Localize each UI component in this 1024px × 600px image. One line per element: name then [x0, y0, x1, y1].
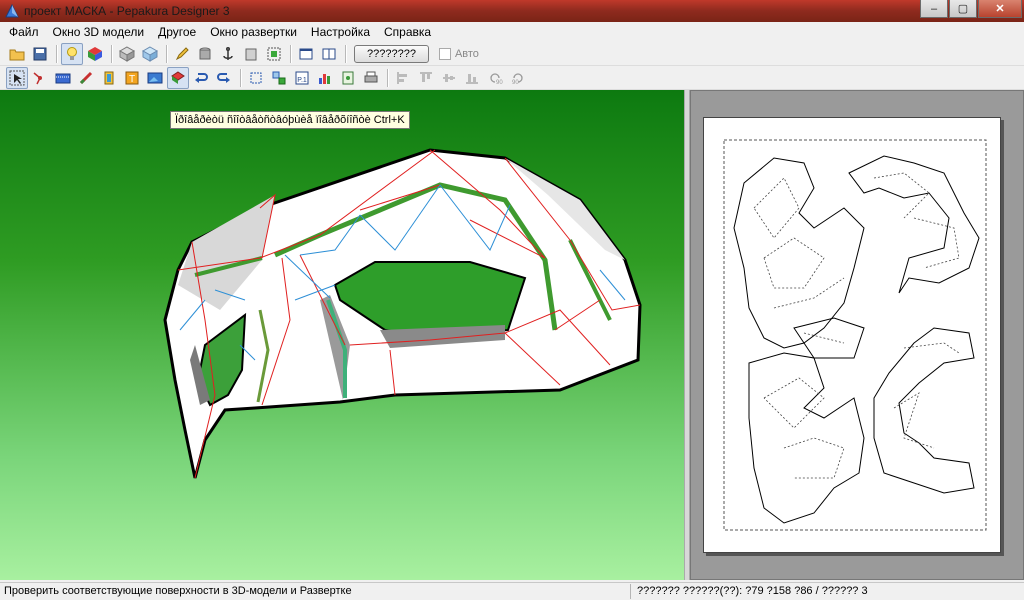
status-message: Проверить соответствующие поверхности в … — [4, 585, 352, 597]
auto-checkbox-label: Авто — [454, 47, 479, 60]
pencil-icon[interactable] — [171, 43, 193, 65]
align-center-icon[interactable] — [438, 67, 460, 89]
window-icon[interactable] — [295, 43, 317, 65]
toolbar-separator — [56, 44, 57, 63]
color-bars-icon[interactable] — [314, 67, 336, 89]
brush-icon[interactable] — [75, 67, 97, 89]
print-icon[interactable] — [360, 67, 382, 89]
title-bar: проект МАСКА - Pepakura Designer 3 – ▢ ✕ — [0, 0, 1024, 22]
svg-text:T: T — [129, 74, 135, 85]
app-icon — [5, 3, 19, 18]
toolbar-separator — [290, 44, 291, 63]
open-folder-icon[interactable] — [6, 43, 28, 65]
svg-text:90: 90 — [496, 80, 503, 86]
toolbar-separator — [240, 68, 241, 87]
svg-text:90: 90 — [512, 80, 519, 86]
color-cube-icon[interactable] — [84, 43, 106, 65]
align-bottom-icon[interactable] — [461, 67, 483, 89]
main-toolbar: ???????? Авто — [0, 42, 1024, 66]
move-icon[interactable] — [245, 67, 267, 89]
checkbox-box[interactable] — [438, 47, 451, 60]
align-left-icon[interactable] — [392, 67, 414, 89]
redo-icon[interactable] — [213, 67, 235, 89]
cylinder-icon[interactable] — [194, 43, 216, 65]
rotate-90-left-icon[interactable]: 90 — [484, 67, 506, 89]
calc-icon[interactable] — [337, 67, 359, 89]
edge-tool-icon[interactable] — [29, 67, 51, 89]
window-alt-icon[interactable] — [318, 43, 340, 65]
menu-unfold-window[interactable]: Окно развертки — [203, 22, 304, 42]
move-parts-icon[interactable] — [268, 67, 290, 89]
rotate-90-right-icon[interactable]: 90 — [507, 67, 529, 89]
close-button[interactable]: ✕ — [978, 0, 1022, 18]
anchor-icon[interactable] — [217, 43, 239, 65]
unfold-pattern — [723, 139, 987, 531]
lightbulb-icon[interactable] — [61, 42, 83, 65]
secondary-toolbar: T P.1 90 90 — [0, 66, 1024, 90]
text-icon[interactable]: T — [121, 67, 143, 89]
save-icon[interactable] — [29, 43, 51, 65]
svg-text:P.1: P.1 — [297, 77, 307, 84]
unfold-button[interactable]: ???????? — [354, 44, 429, 63]
status-divider — [630, 584, 631, 599]
menu-settings[interactable]: Настройка — [304, 22, 377, 42]
image-icon[interactable] — [144, 67, 166, 89]
toolbar-separator — [111, 44, 112, 63]
green-cube-icon[interactable] — [263, 43, 285, 65]
flaps-icon[interactable] — [98, 67, 120, 89]
window-title: проект МАСКА - Pepakura Designer 3 — [24, 4, 230, 18]
film-icon[interactable] — [52, 67, 74, 89]
check-faces-icon[interactable] — [167, 66, 189, 89]
box-light-icon[interactable] — [139, 43, 161, 65]
status-bar: Проверить соответствующие поверхности в … — [0, 582, 1024, 600]
paper-sheet — [703, 117, 1001, 553]
gray-box-icon[interactable] — [240, 43, 262, 65]
toolbar-separator — [345, 44, 346, 63]
mask-3d-model — [163, 148, 642, 479]
menu-other[interactable]: Другое — [151, 22, 203, 42]
select-arrow-icon[interactable] — [6, 66, 28, 89]
undo-icon[interactable] — [190, 67, 212, 89]
menu-file[interactable]: Файл — [2, 22, 46, 42]
tooltip: Ïðîâåðèòü ñîîòâåòñòâóþùèå ïîâåðõíîñòè Ct… — [170, 111, 410, 129]
auto-checkbox[interactable]: Авто — [438, 47, 479, 60]
minimize-button[interactable]: – — [920, 0, 948, 18]
menu-bar: Файл Окно 3D модели Другое Окно развертк… — [0, 22, 1024, 42]
status-info: ??????? ??????(??): ?79 ?158 ?86 / ?????… — [637, 585, 868, 597]
box-icon[interactable] — [116, 43, 138, 65]
page-number-icon[interactable]: P.1 — [291, 67, 313, 89]
toolbar-separator — [387, 68, 388, 87]
toolbar-separator — [166, 44, 167, 63]
3d-model-viewport[interactable] — [0, 90, 684, 580]
menu-help[interactable]: Справка — [377, 22, 438, 42]
2d-unfold-viewport[interactable] — [690, 90, 1024, 580]
maximize-button[interactable]: ▢ — [949, 0, 977, 18]
window-controls: – ▢ ✕ — [919, 0, 1022, 20]
menu-3d-window[interactable]: Окно 3D модели — [46, 22, 152, 42]
align-top-icon[interactable] — [415, 67, 437, 89]
